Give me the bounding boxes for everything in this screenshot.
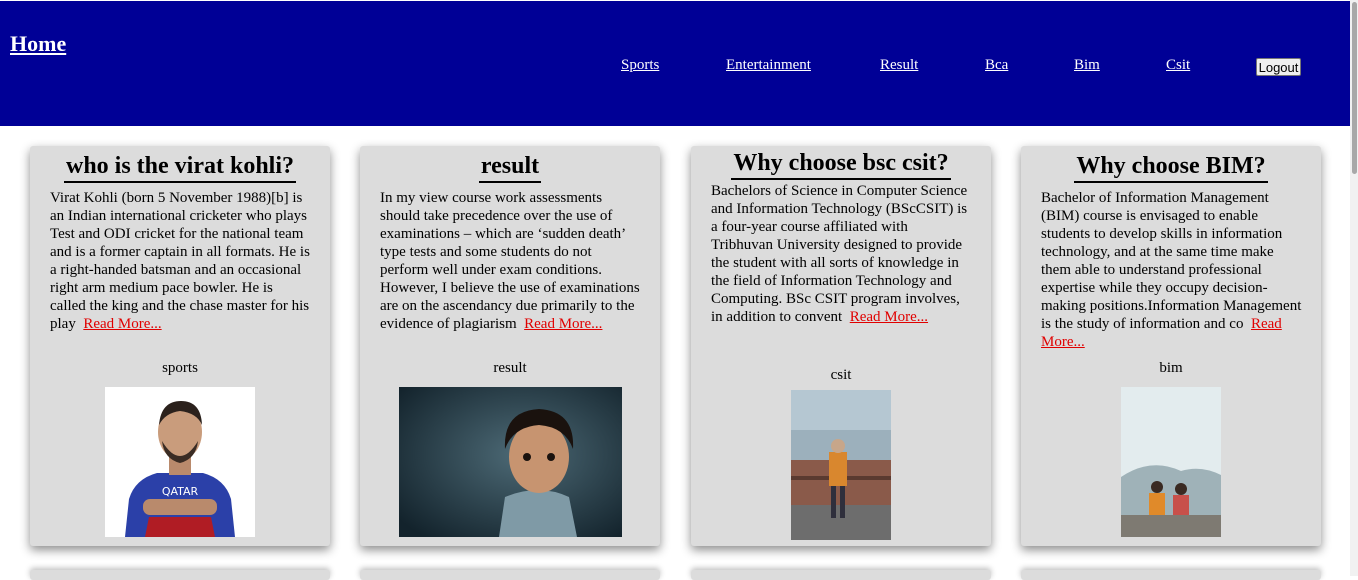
main-nav: Sports Entertainment Result Bca Bim Csit… — [0, 1, 1350, 126]
nav-link-bca[interactable]: Bca — [985, 57, 1008, 74]
card-category: sports — [162, 360, 198, 376]
children-photo — [1121, 387, 1221, 537]
next-card-peek — [30, 570, 330, 580]
site-header: Home Sports Entertainment Result Bca Bim… — [0, 1, 1350, 126]
nav-link-csit[interactable]: Csit — [1166, 57, 1190, 74]
svg-text:QATAR: QATAR — [162, 485, 199, 498]
card-category: bim — [1159, 360, 1183, 376]
card-category: result — [493, 360, 527, 376]
card-text: In my view course work assessments shoul… — [380, 190, 640, 332]
card-title: who is the virat kohli? — [30, 152, 330, 183]
read-more-link[interactable]: Read More... — [524, 316, 602, 332]
scrollbar-thumb[interactable] — [1352, 2, 1357, 174]
nav-link-sports[interactable]: Sports — [621, 57, 659, 74]
read-more-link[interactable]: Read More... — [83, 316, 161, 332]
card-category: csit — [830, 367, 852, 383]
nav-link-entertainment[interactable]: Entertainment — [726, 57, 811, 74]
card-title: Why choose BIM? — [1021, 152, 1321, 183]
card-text: Bachelor of Information Management (BIM)… — [1041, 190, 1302, 350]
player-photo: QATAR — [105, 387, 255, 537]
news-card-bim: Why choose BIM? Bachelor of Information … — [1021, 146, 1321, 546]
nav-link-result[interactable]: Result — [880, 57, 918, 74]
next-card-peek — [691, 570, 991, 580]
city-photo — [791, 390, 891, 540]
logout-button[interactable]: Logout — [1256, 58, 1301, 76]
nav-link-bim[interactable]: Bim — [1074, 57, 1100, 74]
news-card-csit: Why choose bsc csit? Bachelors of Scienc… — [691, 146, 991, 546]
child-photo — [399, 387, 622, 537]
card-title: Why choose bsc csit? — [691, 149, 991, 180]
news-card-sports: who is the virat kohli? Virat Kohli (bor… — [30, 146, 330, 546]
card-title: result — [360, 152, 660, 183]
card-text: Bachelors of Science in Computer Science… — [711, 183, 968, 325]
news-card-result: result In my view course work assessment… — [360, 146, 660, 546]
card-text: Virat Kohli (born 5 November 1988)[b] is… — [50, 190, 310, 332]
next-card-peek — [1021, 570, 1321, 580]
read-more-link[interactable]: Read More... — [850, 309, 928, 325]
next-card-peek — [360, 570, 660, 580]
